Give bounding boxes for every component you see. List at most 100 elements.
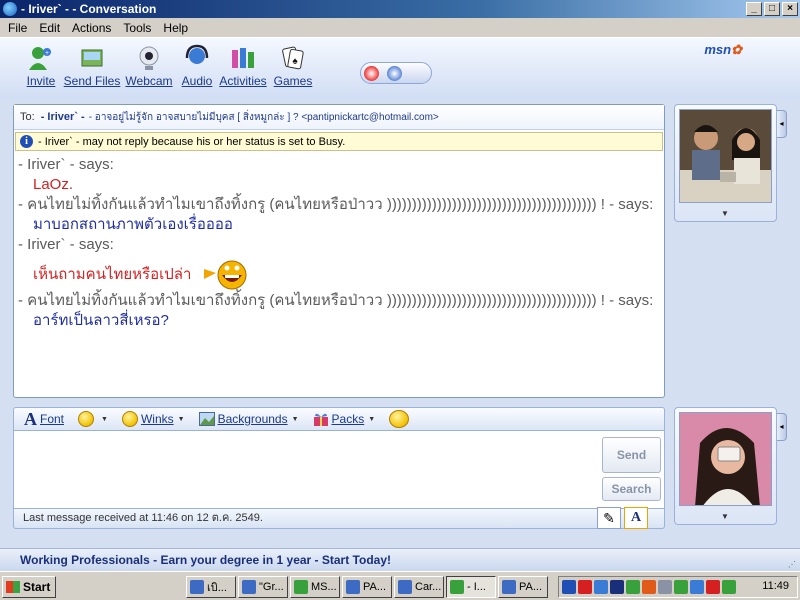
picture-menu-arrow[interactable]: ▼ <box>721 209 729 218</box>
send-files-button[interactable]: Send Files <box>62 44 122 88</box>
text-mode-icon: A <box>630 510 642 525</box>
msn-app-icon[interactable] <box>3 2 17 16</box>
formatting-toolbar: A Font ▼ Winks ▼ Backgrounds ▼ Packs ▼ <box>13 407 665 431</box>
smiley-icon <box>78 411 95 427</box>
tray-icon[interactable] <box>674 580 688 594</box>
emoticon-button[interactable]: ▼ <box>78 411 108 427</box>
svg-text:♠: ♠ <box>292 56 298 67</box>
text-mode-button[interactable]: A <box>624 507 648 529</box>
last-message-status: Last message received at 11:46 on 12 ต.ค… <box>13 509 665 529</box>
contact-details: - อาจอยู่ไม่รู้จัก อาจสบายไม่มีบุคส [ สิ… <box>88 111 439 123</box>
menu-tools[interactable]: Tools <box>117 21 157 35</box>
laughing-emoticon-icon <box>203 260 247 290</box>
tray-icon[interactable] <box>706 580 720 594</box>
message-header: - คนไทยไม่ทิ้งกันแล้วทำไมเขาถึงทิ้งกรู (… <box>18 196 654 213</box>
nudge-button[interactable] <box>389 410 412 428</box>
taskbar-item[interactable]: "Gr... <box>238 576 288 598</box>
to-row: To: - Iriver` - - อาจอยู่ไม่รู้จัก อาจสบ… <box>14 105 664 130</box>
menu-file[interactable]: File <box>2 21 33 35</box>
my-display-picture[interactable] <box>679 412 772 506</box>
send-files-label: Send Files <box>63 74 121 88</box>
taskbar-item[interactable]: PA... <box>498 576 548 598</box>
backgrounds-label: Backgrounds <box>217 412 288 426</box>
contact-display-picture[interactable] <box>679 109 772 203</box>
start-label: Start <box>23 580 51 594</box>
windows-logo-icon <box>6 581 20 593</box>
minimize-button[interactable]: _ <box>746 2 762 16</box>
volume-icon[interactable] <box>658 580 672 594</box>
message-body: มาบอกสถานภาพตัวเองเรื่ออออ <box>33 216 233 233</box>
pen-icon: ✎ <box>603 510 615 526</box>
msn-logo: msn✿ <box>704 42 742 57</box>
ad-text[interactable]: Working Professionals - Earn your degree… <box>20 553 391 567</box>
status-info-bar: i - Iriver` - may not reply because his … <box>15 132 663 151</box>
send-files-icon <box>81 49 103 67</box>
title-bar: - Iriver` - - Conversation _ □ × <box>0 0 800 18</box>
message-input[interactable] <box>13 431 665 509</box>
ie-icon <box>502 580 516 594</box>
tray-icon[interactable] <box>578 580 592 594</box>
clock[interactable]: 11:49 <box>762 580 789 592</box>
webcam-icon <box>139 46 159 70</box>
taskbar-item[interactable]: Car... <box>394 576 444 598</box>
tray-icon[interactable] <box>642 580 656 594</box>
menu-help[interactable]: Help <box>157 21 194 35</box>
winks-icon <box>121 411 138 427</box>
message-body: LaOz. <box>33 176 74 193</box>
ie-icon <box>190 580 204 594</box>
message-header: - Iriver` - says: <box>18 236 114 253</box>
taskbar-item[interactable]: PA... <box>342 576 392 598</box>
tray-icon[interactable] <box>626 580 640 594</box>
search-button[interactable]: Search <box>602 477 661 501</box>
taskbar-item[interactable]: เบิ... <box>186 576 236 598</box>
my-picture-menu-arrow[interactable]: ▼ <box>721 512 729 521</box>
message-header: - คนไทยไม่ทิ้งกันแล้วทำไมเขาถึงทิ้งกรู (… <box>18 292 654 309</box>
taskbar: Start เบิ... "Gr... MS... PA... Car... -… <box>0 571 800 600</box>
collapse-tab-bottom[interactable]: ◂ <box>777 413 787 441</box>
contact-name[interactable]: - Iriver` - <box>41 111 85 123</box>
window-title: - Iriver` - - Conversation <box>21 2 157 16</box>
my-display-picture-box: ▼ <box>674 407 777 525</box>
games-icon: ♠ <box>282 46 304 70</box>
info-tray-icon[interactable] <box>562 580 576 594</box>
handwriting-mode-button[interactable]: ✎ <box>597 507 621 529</box>
packs-icon <box>313 413 328 426</box>
info-icon: i <box>20 135 33 148</box>
packs-button[interactable]: Packs ▼ <box>313 411 375 427</box>
tray-icon[interactable] <box>722 580 736 594</box>
collapse-tab-top[interactable]: ◂ <box>777 110 787 138</box>
tray-icon[interactable] <box>690 580 704 594</box>
backgrounds-button[interactable]: Backgrounds ▼ <box>198 412 299 426</box>
taskbar-item[interactable]: MS... <box>290 576 340 598</box>
ie-icon <box>346 580 360 594</box>
invite-icon: + <box>29 47 51 70</box>
pen-icon[interactable] <box>387 66 402 81</box>
language-tray-icon[interactable] <box>610 580 624 594</box>
ad-banner[interactable]: Working Professionals - Earn your degree… <box>0 548 800 571</box>
message-header: - Iriver` - says: <box>18 156 114 173</box>
chevron-down-icon: ▼ <box>101 415 108 423</box>
system-tray: 11:49 <box>558 576 798 598</box>
winks-button[interactable]: Winks ▼ <box>121 411 185 427</box>
maximize-button[interactable]: □ <box>764 2 780 16</box>
font-button[interactable]: A Font <box>24 409 64 430</box>
chevron-down-icon: ▼ <box>177 415 185 423</box>
msn-icon <box>294 580 308 594</box>
svg-text:+: + <box>45 50 49 57</box>
contact-display-picture-box: ▼ <box>674 104 777 222</box>
menu-actions[interactable]: Actions <box>66 21 117 35</box>
games-label: Games <box>273 74 313 88</box>
start-button[interactable]: Start <box>2 576 56 598</box>
conversation-panel: To: - Iriver` - - อาจอยู่ไม่รู้จัก อาจสบ… <box>13 104 665 398</box>
ie-icon <box>242 580 256 594</box>
menu-edit[interactable]: Edit <box>33 21 66 35</box>
games-button[interactable]: ♠ Games <box>263 44 323 88</box>
send-button[interactable]: Send <box>602 437 661 473</box>
resize-grip-icon[interactable]: ⋰ <box>788 560 796 569</box>
audio-icon <box>185 44 209 64</box>
taskbar-item-active[interactable]: - I... <box>446 576 496 598</box>
tray-icon[interactable] <box>594 580 608 594</box>
close-button[interactable]: × <box>782 2 798 16</box>
block-icon[interactable] <box>364 66 379 81</box>
font-icon: A <box>24 408 37 429</box>
